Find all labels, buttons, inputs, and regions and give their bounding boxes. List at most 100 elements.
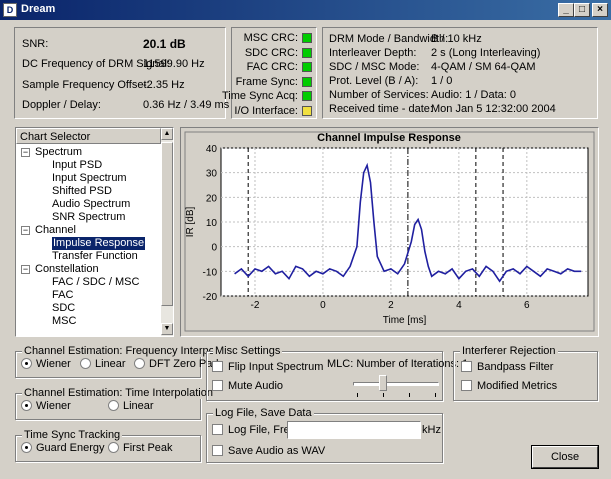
status-led-icon [302,33,312,43]
snr-label: SNR: [22,38,49,50]
maximize-button[interactable]: □ [574,3,590,17]
tree-item[interactable]: Constellation [35,263,99,276]
y-tick-label: 10 [206,218,218,229]
radio-label: Guard Energy [36,442,105,454]
flip-checkbox-box[interactable] [212,361,223,372]
scroll-up-icon[interactable]: ▲ [161,128,173,140]
tree-item[interactable]: SNR Spectrum [52,211,125,224]
tree-item[interactable]: Input PSD [52,159,102,172]
misc-settings-title: Misc Settings [213,345,283,357]
tree-scrollbar[interactable]: ▲ ▼ [161,128,173,336]
chart-panel: Channel Impulse Response 40 30 20 10 0 -10 -20-… [180,127,599,337]
mlc-iterations-label: MLC: Number of Iterations: 1 [327,358,469,370]
tree-item[interactable]: Input Spectrum [52,172,127,185]
snr-value: 20.1 dB [143,37,186,51]
info-label: Interleaver Depth: [329,47,417,59]
bandpass-filter-checkbox[interactable]: Bandpass Filter [461,361,553,373]
save-wav-label: Save Audio as WAV [228,445,326,457]
close-button[interactable]: Close [531,445,599,469]
y-tick-label: -10 [203,267,218,278]
x-tick-label: 0 [320,300,326,311]
tree-item[interactable]: FAC [52,289,73,302]
info-value: 1 / 0 [431,75,453,87]
flip-spectrum-label: Flip Input Spectrum [228,361,324,373]
radio-option[interactable]: Linear [108,400,154,412]
mlc-slider-thumb[interactable] [378,375,387,391]
scroll-down-icon[interactable]: ▼ [161,323,173,335]
freq-interp-group: Channel Estimation: Frequency Interpolat… [15,345,244,378]
y-axis-label: IR [dB] [185,207,196,238]
x-tick-label: 6 [524,300,530,311]
radio-button[interactable] [134,358,145,369]
tree-item[interactable]: Impulse Response [50,236,147,251]
radio-option[interactable]: Wiener [21,400,71,412]
minimize-button[interactable]: _ [558,3,574,17]
slider-tick [409,393,410,397]
radio-button[interactable] [108,400,119,411]
indicator-label: MSC CRC: [243,32,298,44]
title-bar[interactable]: D Dream _ □ × [0,0,611,20]
info-value: Audio: 1 / Data: 0 [431,89,516,101]
radio-option[interactable]: Wiener [21,358,71,370]
chart-selector-header[interactable]: Chart Selector [16,128,161,144]
radio-option[interactable]: Guard Energy [21,442,104,454]
tree-item[interactable]: SDC [52,302,75,315]
bandpass-filter-label: Bandpass Filter [477,361,554,373]
drm-info-panel: DRM Mode / Bandwidth: B / 10 kHz Interleav… [322,27,598,119]
log-file-group: Log File, Save Data Log File, Freq: kHz … [206,407,443,463]
modified-metrics-label: Modified Metrics [477,380,558,392]
radio-option[interactable]: Linear [80,358,126,370]
collapse-toggle-icon[interactable]: − [21,148,30,157]
save-wav-checkbox-box[interactable] [212,445,223,456]
mute-audio-checkbox[interactable]: Mute Audio [212,380,283,392]
mlc-slider[interactable] [353,375,439,397]
collapse-toggle-icon[interactable]: − [21,265,30,274]
mute-checkbox-box[interactable] [212,380,223,391]
app-icon: D [3,3,17,17]
log-checkbox-box[interactable] [212,424,223,435]
tree-item[interactable]: FAC / SDC / MSC [52,276,139,289]
status-led-icon [302,62,312,72]
interferer-rejection-group: Interferer Rejection Bandpass Filter Mod… [453,345,598,401]
tree-item[interactable]: Channel [35,224,76,237]
bandpass-checkbox-box[interactable] [461,361,472,372]
radio-button[interactable] [21,358,32,369]
close-window-button[interactable]: × [592,3,608,17]
radio-label: First Peak [123,442,173,454]
tree-item[interactable]: Shifted PSD [52,185,112,198]
scroll-thumb[interactable] [161,142,173,306]
modified-checkbox-box[interactable] [461,380,472,391]
radio-button[interactable] [21,400,32,411]
y-tick-label: 40 [206,144,218,155]
radio-label: Wiener [36,400,71,412]
modified-metrics-checkbox[interactable]: Modified Metrics [461,380,557,392]
indicator-label: I/O Interface: [234,104,298,117]
radio-option[interactable]: First Peak [108,442,173,454]
signal-status-panel: SNR: 20.1 dB DC Frequency of DRM Signal:… [14,27,230,119]
indicator-label: SDC CRC: [244,46,298,59]
collapse-toggle-icon[interactable]: − [21,226,30,235]
radio-label: Linear [123,400,154,412]
tree-item[interactable]: MSC [52,315,76,328]
flip-spectrum-checkbox[interactable]: Flip Input Spectrum [212,361,323,373]
radio-button[interactable] [108,442,119,453]
y-tick-label: 20 [206,193,218,204]
radio-button[interactable] [21,442,32,453]
x-axis-label: Time [ms] [383,315,427,326]
time-interp-title: Channel Estimation: Time Interpolation [22,387,215,399]
chart-title: Channel Impulse Response [317,132,461,144]
status-led-icon [302,76,312,87]
tree-item[interactable]: Transfer Function [52,250,138,263]
impulse-response-chart: Channel Impulse Response403020100-10-20-… [184,131,595,332]
tree-item[interactable]: Spectrum [35,146,82,159]
radio-button[interactable] [80,358,91,369]
log-frequency-input[interactable] [287,421,421,439]
doppler-delay-value: 0.36 Hz / 3.49 ms [143,99,230,111]
save-wav-checkbox[interactable]: Save Audio as WAV [212,445,325,457]
doppler-delay-label: Doppler / Delay: [22,99,101,111]
chart-selector-tree[interactable]: Chart Selector − Spectrum Input PSD Input S… [15,127,174,337]
misc-settings-group: Misc Settings Flip Input Spectrum Mute A… [206,345,468,401]
log-frequency-unit: kHz [422,424,441,436]
log-file-checkbox[interactable]: Log File, Freq: [212,424,299,436]
tree-item[interactable]: Audio Spectrum [52,198,130,211]
